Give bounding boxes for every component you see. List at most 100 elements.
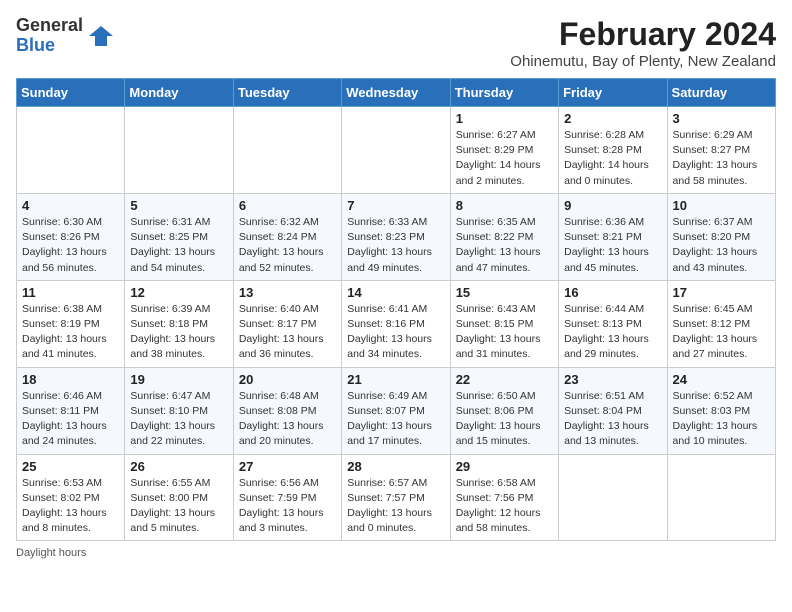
calendar-cell: 20 Sunrise: 6:48 AM Sunset: 8:08 PM Dayli… bbox=[233, 367, 341, 454]
calendar-week-row: 18 Sunrise: 6:46 AM Sunset: 8:11 PM Dayli… bbox=[17, 367, 776, 454]
day-number: 29 bbox=[456, 459, 553, 474]
title-block: February 2024 Ohinemutu, Bay of Plenty, … bbox=[510, 16, 776, 70]
day-info: Sunrise: 6:50 AM Sunset: 8:06 PM Dayligh… bbox=[456, 389, 553, 450]
day-number: 6 bbox=[239, 198, 336, 213]
day-number: 10 bbox=[673, 198, 770, 213]
day-info: Sunrise: 6:27 AM Sunset: 8:29 PM Dayligh… bbox=[456, 128, 553, 189]
day-number: 22 bbox=[456, 372, 553, 387]
day-info: Sunrise: 6:31 AM Sunset: 8:25 PM Dayligh… bbox=[130, 215, 227, 276]
day-number: 24 bbox=[673, 372, 770, 387]
day-info: Sunrise: 6:45 AM Sunset: 8:12 PM Dayligh… bbox=[673, 302, 770, 363]
location-subtitle: Ohinemutu, Bay of Plenty, New Zealand bbox=[510, 53, 776, 70]
calendar-cell: 27 Sunrise: 6:56 AM Sunset: 7:59 PM Dayli… bbox=[233, 454, 341, 541]
calendar-week-row: 11 Sunrise: 6:38 AM Sunset: 8:19 PM Dayli… bbox=[17, 280, 776, 367]
calendar-cell bbox=[125, 107, 233, 194]
day-number: 3 bbox=[673, 111, 770, 126]
day-info: Sunrise: 6:39 AM Sunset: 8:18 PM Dayligh… bbox=[130, 302, 227, 363]
calendar-cell: 23Sunrise: 6:51 AM Sunset: 8:04 PM Dayli… bbox=[559, 367, 667, 454]
logo-text: General Blue bbox=[16, 16, 83, 56]
day-number: 27 bbox=[239, 459, 336, 474]
day-info: Sunrise: 6:38 AM Sunset: 8:19 PM Dayligh… bbox=[22, 302, 119, 363]
calendar-cell: 26 Sunrise: 6:55 AM Sunset: 8:00 PM Dayli… bbox=[125, 454, 233, 541]
calendar-cell bbox=[667, 454, 775, 541]
calendar-cell: 25 Sunrise: 6:53 AM Sunset: 8:02 PM Dayli… bbox=[17, 454, 125, 541]
calendar-cell bbox=[233, 107, 341, 194]
calendar-cell: 10 Sunrise: 6:37 AM Sunset: 8:20 PM Dayli… bbox=[667, 193, 775, 280]
day-number: 12 bbox=[130, 285, 227, 300]
calendar-cell: 18 Sunrise: 6:46 AM Sunset: 8:11 PM Dayli… bbox=[17, 367, 125, 454]
calendar-cell: 14Sunrise: 6:41 AM Sunset: 8:16 PM Dayli… bbox=[342, 280, 450, 367]
calendar-week-row: 25 Sunrise: 6:53 AM Sunset: 8:02 PM Dayli… bbox=[17, 454, 776, 541]
calendar-cell bbox=[559, 454, 667, 541]
logo-general: General bbox=[16, 16, 83, 36]
calendar-cell: 5 Sunrise: 6:31 AM Sunset: 8:25 PM Daylig… bbox=[125, 193, 233, 280]
calendar-table: SundayMondayTuesdayWednesdayThursdayFrid… bbox=[16, 78, 776, 541]
day-number: 16 bbox=[564, 285, 661, 300]
day-number: 19 bbox=[130, 372, 227, 387]
day-number: 20 bbox=[239, 372, 336, 387]
day-number: 11 bbox=[22, 285, 119, 300]
day-number: 23 bbox=[564, 372, 661, 387]
calendar-cell: 22 Sunrise: 6:50 AM Sunset: 8:06 PM Dayli… bbox=[450, 367, 558, 454]
logo-icon bbox=[87, 22, 115, 50]
calendar-cell: 24 Sunrise: 6:52 AM Sunset: 8:03 PM Dayli… bbox=[667, 367, 775, 454]
day-number: 17 bbox=[673, 285, 770, 300]
calendar-cell: 19Sunrise: 6:47 AM Sunset: 8:10 PM Dayli… bbox=[125, 367, 233, 454]
day-info: Sunrise: 6:32 AM Sunset: 8:24 PM Dayligh… bbox=[239, 215, 336, 276]
page-header: General Blue February 2024 Ohinemutu, Ba… bbox=[16, 16, 776, 70]
logo: General Blue bbox=[16, 16, 115, 56]
day-number: 7 bbox=[347, 198, 444, 213]
day-number: 15 bbox=[456, 285, 553, 300]
weekday-header: Saturday bbox=[667, 79, 775, 107]
day-info: Sunrise: 6:28 AM Sunset: 8:28 PM Dayligh… bbox=[564, 128, 661, 189]
day-number: 25 bbox=[22, 459, 119, 474]
calendar-week-row: 1 Sunrise: 6:27 AM Sunset: 8:29 PM Daylig… bbox=[17, 107, 776, 194]
day-number: 8 bbox=[456, 198, 553, 213]
day-number: 2 bbox=[564, 111, 661, 126]
calendar-cell: 17 Sunrise: 6:45 AM Sunset: 8:12 PM Dayli… bbox=[667, 280, 775, 367]
day-info: Sunrise: 6:55 AM Sunset: 8:00 PM Dayligh… bbox=[130, 476, 227, 537]
day-info: Sunrise: 6:58 AM Sunset: 7:56 PM Dayligh… bbox=[456, 476, 553, 537]
day-info: Sunrise: 6:48 AM Sunset: 8:08 PM Dayligh… bbox=[239, 389, 336, 450]
day-number: 21 bbox=[347, 372, 444, 387]
day-info: Sunrise: 6:56 AM Sunset: 7:59 PM Dayligh… bbox=[239, 476, 336, 537]
day-number: 5 bbox=[130, 198, 227, 213]
calendar-cell: 2 Sunrise: 6:28 AM Sunset: 8:28 PM Daylig… bbox=[559, 107, 667, 194]
day-info: Sunrise: 6:43 AM Sunset: 8:15 PM Dayligh… bbox=[456, 302, 553, 363]
day-info: Sunrise: 6:57 AM Sunset: 7:57 PM Dayligh… bbox=[347, 476, 444, 537]
weekday-header: Monday bbox=[125, 79, 233, 107]
day-info: Sunrise: 6:29 AM Sunset: 8:27 PM Dayligh… bbox=[673, 128, 770, 189]
day-info: Sunrise: 6:44 AM Sunset: 8:13 PM Dayligh… bbox=[564, 302, 661, 363]
day-number: 4 bbox=[22, 198, 119, 213]
weekday-header: Tuesday bbox=[233, 79, 341, 107]
calendar-cell: 6 Sunrise: 6:32 AM Sunset: 8:24 PM Daylig… bbox=[233, 193, 341, 280]
calendar-cell: 13Sunrise: 6:40 AM Sunset: 8:17 PM Dayli… bbox=[233, 280, 341, 367]
day-info: Sunrise: 6:49 AM Sunset: 8:07 PM Dayligh… bbox=[347, 389, 444, 450]
day-info: Sunrise: 6:53 AM Sunset: 8:02 PM Dayligh… bbox=[22, 476, 119, 537]
footer-note: Daylight hours bbox=[16, 547, 776, 559]
calendar-cell: 16 Sunrise: 6:44 AM Sunset: 8:13 PM Dayli… bbox=[559, 280, 667, 367]
day-number: 18 bbox=[22, 372, 119, 387]
day-info: Sunrise: 6:52 AM Sunset: 8:03 PM Dayligh… bbox=[673, 389, 770, 450]
weekday-header: Sunday bbox=[17, 79, 125, 107]
day-number: 14 bbox=[347, 285, 444, 300]
calendar-cell bbox=[17, 107, 125, 194]
calendar-cell: 9 Sunrise: 6:36 AM Sunset: 8:21 PM Daylig… bbox=[559, 193, 667, 280]
day-info: Sunrise: 6:35 AM Sunset: 8:22 PM Dayligh… bbox=[456, 215, 553, 276]
calendar-cell: 3 Sunrise: 6:29 AM Sunset: 8:27 PM Daylig… bbox=[667, 107, 775, 194]
day-number: 13 bbox=[239, 285, 336, 300]
day-number: 28 bbox=[347, 459, 444, 474]
day-info: Sunrise: 6:37 AM Sunset: 8:20 PM Dayligh… bbox=[673, 215, 770, 276]
calendar-cell bbox=[342, 107, 450, 194]
calendar-week-row: 4Sunrise: 6:30 AM Sunset: 8:26 PM Daylig… bbox=[17, 193, 776, 280]
day-info: Sunrise: 6:36 AM Sunset: 8:21 PM Dayligh… bbox=[564, 215, 661, 276]
calendar-cell: 12 Sunrise: 6:39 AM Sunset: 8:18 PM Dayli… bbox=[125, 280, 233, 367]
day-info: Sunrise: 6:46 AM Sunset: 8:11 PM Dayligh… bbox=[22, 389, 119, 450]
month-year-title: February 2024 bbox=[510, 16, 776, 53]
day-number: 9 bbox=[564, 198, 661, 213]
calendar-cell: 28 Sunrise: 6:57 AM Sunset: 7:57 PM Dayli… bbox=[342, 454, 450, 541]
day-info: Sunrise: 6:33 AM Sunset: 8:23 PM Dayligh… bbox=[347, 215, 444, 276]
day-number: 26 bbox=[130, 459, 227, 474]
day-number: 1 bbox=[456, 111, 553, 126]
calendar-cell: 1 Sunrise: 6:27 AM Sunset: 8:29 PM Daylig… bbox=[450, 107, 558, 194]
